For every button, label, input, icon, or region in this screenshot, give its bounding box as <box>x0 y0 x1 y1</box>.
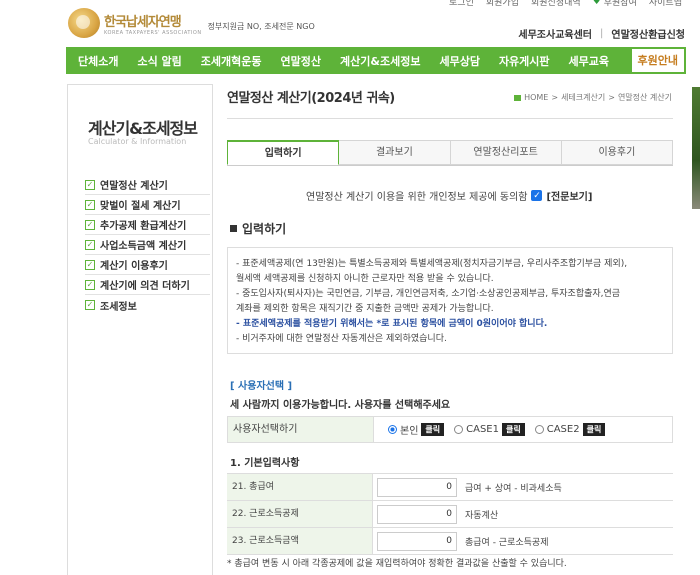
breadcrumb-home[interactable]: HOME <box>524 93 548 102</box>
top-link-donate[interactable]: ♥ 후원참여 <box>593 0 637 8</box>
check-icon: ✓ <box>85 199 95 210</box>
user-case1-click-button[interactable]: 클릭 <box>502 423 525 436</box>
user-select-row: 사용자선택하기 본인 클릭 CASE1 클릭 CASE2 클릭 <box>227 416 673 443</box>
table-row: 21. 총급여 0 급여 + 상여 - 비과세소득 <box>227 474 673 501</box>
site-logo[interactable]: 한국납세자연맹 KOREA TAXPAYERS' ASSOCIATION 정부지… <box>68 8 315 38</box>
nav-news[interactable]: 소식 알림 <box>137 53 181 69</box>
check-icon: ✓ <box>85 279 95 290</box>
privacy-consent: 연말정산 계산기 이용을 위한 개인정보 제공에 동의함 ✓ [전문보기] <box>306 188 592 203</box>
row-description: 자동계산 <box>465 510 499 521</box>
tab-input[interactable]: 입력하기 <box>227 140 340 165</box>
side-banner-image <box>692 87 700 209</box>
sidebar: 계산기&조세정보 Calculator & Information ✓ 연말정산 … <box>67 84 213 575</box>
user-select-description: 세 사람까지 이용가능합니다. 사용자를 선택해주세요 <box>230 400 451 411</box>
radio-icon[interactable] <box>534 425 544 434</box>
utility-links: 세무조사교육센터 | 연말정산환급신청 <box>518 26 685 41</box>
user-case2-click-button[interactable]: 클릭 <box>582 423 606 436</box>
section-heading: 입력하기 <box>230 220 286 237</box>
nav-about[interactable]: 단체소개 <box>78 53 118 69</box>
nav-tax-consult[interactable]: 세무상담 <box>439 53 479 69</box>
total-salary-input[interactable]: 0 <box>377 477 457 497</box>
square-bullet-icon <box>230 225 237 232</box>
basic-input-title: 1. 기본입력사항 <box>230 458 300 469</box>
row-label: 21. 총급여 <box>227 474 373 500</box>
user-option-self[interactable]: 본인 클릭 <box>388 422 445 437</box>
row-description: 총급여 - 근로소득공제 <box>465 537 549 548</box>
earned-income-deduction-input[interactable]: 0 <box>377 504 457 524</box>
sidebar-item-yearend-calc[interactable]: ✓ 연말정산 계산기 <box>85 175 210 195</box>
nav-board[interactable]: 자유게시판 <box>499 53 550 69</box>
check-icon: ✓ <box>85 179 95 190</box>
consent-label: 연말정산 계산기 이용을 위한 개인정보 제공에 동의함 <box>306 192 528 203</box>
check-icon: ✓ <box>85 259 95 270</box>
nav-donation[interactable]: 후원안내 <box>629 47 686 74</box>
user-option-case2[interactable]: CASE2 클릭 <box>534 423 606 436</box>
user-option-case1[interactable]: CASE1 클릭 <box>454 423 525 436</box>
breadcrumb-calculators[interactable]: 세테크계산기 <box>561 92 605 103</box>
table-row: 23. 근로소득금액 0 총급여 - 근로소득공제 <box>227 528 673 555</box>
title-divider <box>227 118 673 119</box>
logo-title: 한국납세자연맹 <box>104 14 182 30</box>
home-icon <box>514 94 522 101</box>
check-icon: ✓ <box>85 219 95 230</box>
row-label: 22. 근로소득공제 <box>227 501 373 527</box>
view-full-terms-link[interactable]: [전문보기] <box>546 188 592 203</box>
radio-icon[interactable] <box>454 425 464 434</box>
nav-calculator[interactable]: 계산기&조세정보 <box>340 53 420 69</box>
sidebar-item-extra-refund[interactable]: ✓ 추가공제 환급계산기 <box>85 215 210 235</box>
main-nav: 단체소개 소식 알림 조세개혁운동 연말정산 계산기&조세정보 세무상담 자유게… <box>66 47 686 74</box>
user-select-label: 사용자선택하기 <box>228 417 374 442</box>
sidebar-item-opinion[interactable]: ✓ 계산기에 의견 더하기 <box>85 275 210 295</box>
tax-audit-center-link[interactable]: 세무조사교육센터 <box>518 26 592 41</box>
notice-line: - 중도입사자(퇴사자)는 국민연금, 기부금, 개인연금저축, 소기업·소상공… <box>236 289 621 299</box>
sidebar-item-reviews[interactable]: ✓ 계산기 이용후기 <box>85 255 210 275</box>
nav-tax-reform[interactable]: 조세개혁운동 <box>201 53 262 69</box>
sidebar-item-business-income[interactable]: ✓ 사업소득금액 계산기 <box>85 235 210 255</box>
sidebar-menu: ✓ 연말정산 계산기 ✓ 맞벌이 절세 계산기 ✓ 추가공제 환급계산기 ✓ 사업소득금… <box>85 175 210 315</box>
top-link-login[interactable]: 로그인 <box>449 0 474 8</box>
refund-apply-link[interactable]: 연말정산환급신청 <box>611 26 685 41</box>
nav-education[interactable]: 세무교육 <box>569 53 609 69</box>
sidebar-item-dual-income[interactable]: ✓ 맞벌이 절세 계산기 <box>85 195 210 215</box>
top-link-sitemap[interactable]: 사이트맵 <box>649 0 682 8</box>
breadcrumb-current: 연말정산 계산기 <box>617 93 672 102</box>
notice-box: - 표준세액공제(연 13만원)는 특별소득공제와 특별세액공제(정치자금기부금… <box>227 247 673 354</box>
nav-year-end[interactable]: 연말정산 <box>281 53 321 69</box>
notice-line: - 비거주자에 대한 연말정산 자동계산은 제외하였습니다. <box>236 334 447 344</box>
calculator-tabs: 입력하기 결과보기 연말정산리포트 이용후기 <box>227 140 673 166</box>
check-icon: ✓ <box>85 239 95 250</box>
row-description: 급여 + 상여 - 비과세소득 <box>465 483 562 494</box>
page-title: 연말정산 계산기(2024년 귀속) <box>227 91 395 106</box>
top-links: 로그인 회원가입 회원신청내역 ♥ 후원참여 사이트맵 <box>449 0 682 8</box>
utility-separator: | <box>600 28 604 39</box>
tab-result[interactable]: 결과보기 <box>339 140 451 165</box>
heart-icon: ♥ <box>592 0 601 7</box>
tab-reviews[interactable]: 이용후기 <box>561 140 673 165</box>
radio-selected-icon[interactable] <box>388 425 397 434</box>
breadcrumb: HOME > 세테크계산기 > 연말정산 계산기 <box>514 92 672 103</box>
check-icon: ✓ <box>85 300 95 310</box>
sidebar-item-tax-info[interactable]: ✓ 조세정보 <box>85 295 210 315</box>
earned-income-amount-input[interactable]: 0 <box>377 531 457 551</box>
logo-subtitle: KOREA TAXPAYERS' ASSOCIATION <box>104 29 202 36</box>
top-link-join[interactable]: 회원가입 <box>486 0 519 8</box>
tab-report[interactable]: 연말정산리포트 <box>450 140 562 165</box>
row-label: 23. 근로소득금액 <box>227 528 373 554</box>
user-self-click-button[interactable]: 클릭 <box>421 423 445 436</box>
notice-line: 월세액 세액공제를 신청하지 아니한 근로자만 적용 받을 수 있습니다. <box>236 274 494 284</box>
footnote: * 총급여 변동 시 아래 각종공제에 값을 재입력하여야 정확한 결과값을 산… <box>227 559 567 569</box>
basic-input-table: 21. 총급여 0 급여 + 상여 - 비과세소득 22. 근로소득공제 0 자… <box>227 473 673 555</box>
user-select-title: [ 사용자선택 ] <box>230 381 293 392</box>
top-link-membership[interactable]: 회원신청내역 <box>531 0 581 8</box>
logo-emblem-icon <box>68 8 100 38</box>
notice-line-highlight: - 표준세액공제를 적용받기 위해서는 *로 표시된 항목에 금액이 0원이어야… <box>236 319 548 329</box>
notice-line: 계좌를 제외한 항목은 재직기간 중 지출한 금액만 공제가 가능합니다. <box>236 304 494 314</box>
sidebar-title: 계산기&조세정보 <box>88 119 198 138</box>
sidebar-subtitle: Calculator & Information <box>88 137 187 146</box>
logo-description: 정부지원금 NO, 조세전문 NGO <box>207 21 315 31</box>
consent-checkbox[interactable]: ✓ <box>531 190 543 201</box>
notice-line: - 표준세액공제(연 13만원)는 특별소득공제와 특별세액공제(정치자금기부금… <box>236 259 628 269</box>
table-row: 22. 근로소득공제 0 자동계산 <box>227 501 673 528</box>
